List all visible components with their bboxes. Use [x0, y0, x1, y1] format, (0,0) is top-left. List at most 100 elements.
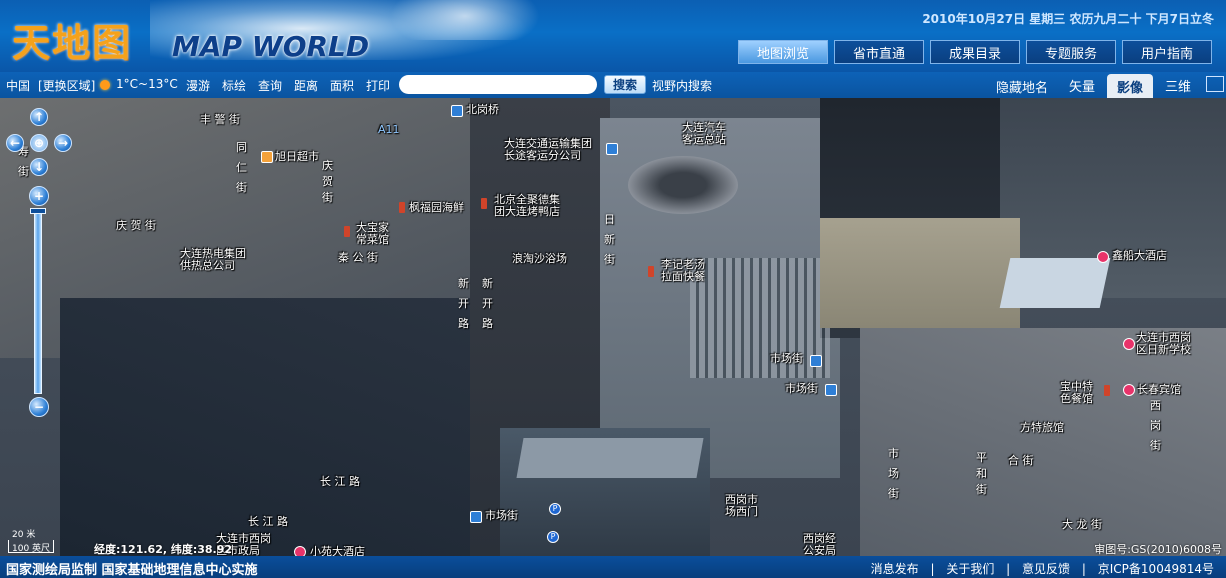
- zoom-in-button[interactable]: +: [29, 186, 49, 206]
- region-label: 中国: [6, 79, 31, 93]
- parking-icon[interactable]: P: [549, 503, 561, 515]
- tool-area[interactable]: 面积: [330, 77, 354, 94]
- footer-credits: 国家测绘局监制 国家基础地理信息中心实施: [6, 563, 258, 578]
- place-label: 李记老汤 拉面快餐: [661, 258, 705, 283]
- maptype-imagery[interactable]: 影像: [1107, 74, 1153, 98]
- maptype-3d[interactable]: 三维: [1156, 72, 1200, 98]
- maptype-vector[interactable]: 矢量: [1060, 72, 1104, 98]
- minimap-toggle[interactable]: [1206, 76, 1224, 92]
- restaurant-icon[interactable]: [481, 198, 487, 209]
- bus-stop-icon[interactable]: [470, 511, 482, 523]
- place-label: 宝中特 色餐馆: [1060, 380, 1093, 405]
- top-nav: 地图浏览 省市直通 成果目录 专题服务 用户指南: [738, 40, 1212, 64]
- street-label: 新 开 路: [482, 277, 493, 330]
- view-search-link[interactable]: 视野内搜索: [652, 77, 712, 94]
- street-label: 秦 公 街: [338, 251, 378, 264]
- place-label: 浪淘沙浴场: [512, 252, 567, 265]
- pan-left-button[interactable]: ←: [6, 134, 24, 152]
- hotel-icon[interactable]: [1097, 251, 1109, 263]
- bus-station-dome: [628, 156, 738, 214]
- satellite-map[interactable]: P P 北岗桥 丰 警 街 旭日超市 A11 枫福园海鲜 北京全聚德集 团大连烤…: [0, 98, 1226, 556]
- street-label: 市 场 街: [888, 447, 899, 500]
- pan-right-button[interactable]: →: [54, 134, 72, 152]
- bus-stop-icon[interactable]: [451, 105, 463, 117]
- school-icon[interactable]: [1123, 338, 1135, 350]
- street-label: 长 江 路: [320, 475, 360, 488]
- place-label: 枫福园海鲜: [409, 201, 464, 214]
- search-button[interactable]: 搜索: [604, 75, 646, 94]
- sun-icon: [100, 80, 110, 90]
- street-label: 市场街: [485, 509, 518, 522]
- footer-link-about[interactable]: 关于我们: [946, 562, 994, 576]
- footer-separator: |: [1081, 562, 1086, 576]
- footer-links: 消息发布 | 关于我们 | 意见反馈 | 京ICP备10049814号: [867, 560, 1218, 577]
- nav-map-browse[interactable]: 地图浏览: [738, 40, 828, 64]
- pan-up-button[interactable]: ↑: [30, 108, 48, 126]
- street-label: 市场街: [785, 382, 818, 395]
- zoom-slider-track[interactable]: [34, 208, 42, 394]
- bus-parking-lot: [690, 258, 830, 378]
- weather-text: 1°C~13°C: [116, 77, 178, 91]
- place-label: 大连热电集团 供热总公司: [180, 247, 246, 272]
- bus-stop-icon[interactable]: [825, 384, 837, 396]
- hotel-icon[interactable]: [294, 546, 306, 556]
- road-label: A11: [378, 123, 400, 136]
- zoom-slider-thumb[interactable]: [30, 208, 46, 214]
- place-label: 大连市西岗 区日新学校: [1136, 331, 1191, 356]
- nav-topic-services[interactable]: 专题服务: [1026, 40, 1116, 64]
- building-rooftop: [516, 438, 704, 478]
- footer-separator: |: [1006, 562, 1011, 576]
- tool-print[interactable]: 打印: [366, 77, 390, 94]
- place-label: 方特旅馆: [1020, 421, 1064, 434]
- globe-reset-icon[interactable]: ⊕: [30, 134, 48, 152]
- place-label: 西岗市 场西门: [725, 493, 758, 518]
- footer-icp[interactable]: 京ICP备10049814号: [1098, 562, 1214, 576]
- tool-mark[interactable]: 标绘: [222, 77, 246, 94]
- map-approval-number: 审图号:GS(2010)6008号: [1094, 543, 1222, 556]
- coordinate-readout: 经度:121.62, 纬度:38.92: [94, 543, 233, 556]
- tool-pan[interactable]: 漫游: [186, 77, 210, 94]
- place-label: 旭日超市: [275, 150, 319, 163]
- bus-stop-icon[interactable]: [810, 355, 822, 367]
- building-rooftop: [820, 218, 1020, 328]
- logo-english[interactable]: MAP WORLD: [172, 30, 369, 63]
- place-label: 北京全聚德集 团大连烤鸭店: [494, 193, 560, 218]
- street-label: 庆 贺 街: [116, 219, 156, 232]
- hide-names-toggle[interactable]: 隐藏地名: [996, 77, 1048, 96]
- restaurant-icon[interactable]: [344, 226, 350, 237]
- footer-link-news[interactable]: 消息发布: [871, 562, 919, 576]
- footer-separator: |: [930, 562, 935, 576]
- place-label: 大连交通运输集团 长途客运分公司: [504, 137, 592, 162]
- scale-imperial: 100 英尺: [12, 544, 51, 554]
- restaurant-icon[interactable]: [399, 202, 405, 213]
- change-region-link[interactable]: [更换区域]: [38, 77, 95, 94]
- parking-icon[interactable]: P: [547, 531, 559, 543]
- tool-query[interactable]: 查询: [258, 77, 282, 94]
- logo-chinese[interactable]: 天地图: [12, 12, 132, 67]
- nav-results-catalog[interactable]: 成果目录: [930, 40, 1020, 64]
- restaurant-icon[interactable]: [648, 266, 654, 277]
- restaurant-icon[interactable]: [1104, 385, 1110, 396]
- street-label: 长 江 路: [248, 515, 288, 528]
- nav-province-direct[interactable]: 省市直通: [834, 40, 924, 64]
- footer-link-feedback[interactable]: 意见反馈: [1022, 562, 1070, 576]
- nav-user-guide[interactable]: 用户指南: [1122, 40, 1212, 64]
- footer: 国家测绘局监制 国家基础地理信息中心实施 消息发布 | 关于我们 | 意见反馈 …: [0, 556, 1226, 578]
- street-label: 新 开 路: [458, 277, 469, 330]
- header-banner: 天地图 MAP WORLD 2010年10月27日 星期三 农历九月二十 下月7…: [0, 0, 1226, 72]
- place-label: 西岗经 公安局: [803, 532, 836, 557]
- pan-down-button[interactable]: ↓: [30, 158, 48, 176]
- street-label: 同 仁 街: [236, 141, 247, 194]
- bus-terminal-icon[interactable]: [606, 143, 618, 155]
- scale-bar: 20 米 100 英尺: [8, 527, 54, 554]
- street-label: 合 街: [1008, 454, 1034, 467]
- tool-distance[interactable]: 距离: [294, 77, 318, 94]
- street-label: 西 岗 街: [1150, 399, 1161, 452]
- zoom-out-button[interactable]: −: [29, 397, 49, 417]
- search-input[interactable]: [399, 75, 597, 94]
- date-line: 2010年10月27日 星期三 农历九月二十 下月7日立冬: [922, 12, 1214, 26]
- street-label: 市场街: [770, 352, 803, 365]
- place-label: 长春宾馆: [1137, 383, 1181, 396]
- supermarket-icon[interactable]: [261, 151, 273, 163]
- hotel-icon[interactable]: [1123, 384, 1135, 396]
